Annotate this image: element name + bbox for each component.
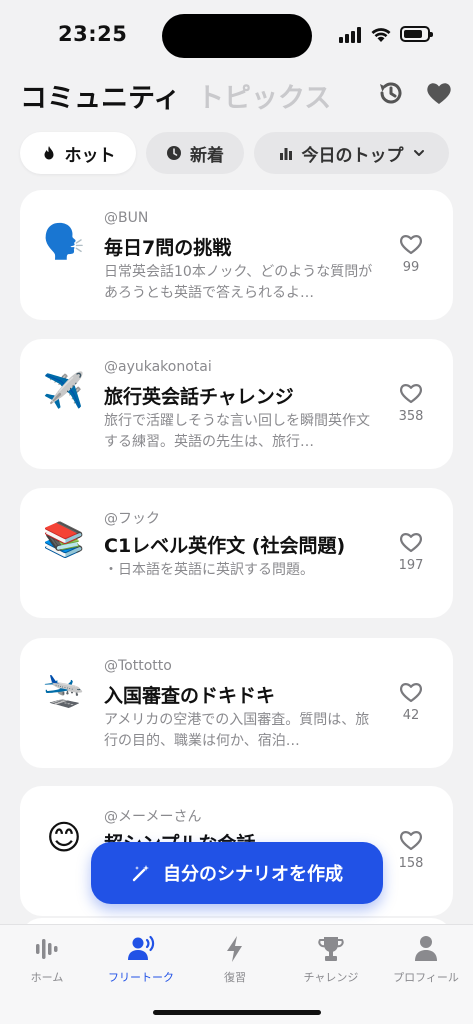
lightning-icon bbox=[227, 936, 242, 962]
like-count: 99 bbox=[402, 260, 420, 275]
heart-outline-icon bbox=[399, 533, 423, 553]
tab-community[interactable]: コミュニティ bbox=[20, 76, 180, 115]
scenario-card[interactable]: ✈️ @ayukakonotai 旅行英会話チャレンジ 旅行で活躍しそうな言い回… bbox=[20, 339, 453, 469]
scenario-emoji-icon: ✈️ bbox=[42, 371, 86, 411]
header: コミュニティ トピックス bbox=[0, 70, 473, 118]
filter-hot[interactable]: ホット bbox=[20, 132, 136, 174]
heart-outline-icon bbox=[399, 384, 423, 404]
heart-outline-icon bbox=[399, 683, 423, 703]
like-button[interactable]: 99 bbox=[391, 232, 431, 275]
card-author[interactable]: @フック bbox=[104, 508, 160, 528]
like-count: 42 bbox=[402, 708, 420, 723]
waveform-icon bbox=[36, 939, 58, 959]
like-count: 358 bbox=[398, 409, 424, 424]
magic-wand-icon bbox=[132, 865, 149, 882]
history-icon[interactable] bbox=[376, 78, 406, 108]
scenario-emoji-icon: 🗣️ bbox=[42, 222, 86, 262]
person-icon bbox=[415, 936, 437, 961]
create-scenario-button[interactable]: 自分のシナリオを作成 bbox=[91, 842, 383, 904]
filter-new[interactable]: 新着 bbox=[146, 132, 244, 174]
tab-profile-label: プロフィール bbox=[393, 971, 459, 984]
tab-topics[interactable]: トピックス bbox=[197, 76, 331, 115]
status-time: 23:25 bbox=[58, 22, 128, 46]
card-description: 日常英会話10本ノック、どのような質問があろうとも英語で答えられるよ… bbox=[104, 264, 373, 301]
tab-bar: ホーム フリートーク 復習 チャレンジ プロフィール bbox=[0, 924, 473, 1024]
card-author[interactable]: @Tottotto bbox=[104, 658, 172, 674]
tab-free-talk[interactable]: フリートーク bbox=[94, 933, 188, 985]
like-count: 197 bbox=[398, 558, 424, 573]
filter-bar: ホット 新着 今日のトップ bbox=[0, 132, 473, 176]
like-button[interactable]: 158 bbox=[391, 828, 431, 871]
card-title: 毎日7問の挑戦 bbox=[104, 237, 232, 259]
heart-icon[interactable] bbox=[424, 78, 454, 108]
scenario-emoji-icon: 😊 bbox=[46, 818, 82, 858]
scenario-card[interactable]: 📚 @フック C1レベル英作文 (社会問題) ・日本語を英語に英訳する問題。 1… bbox=[20, 488, 453, 618]
scenario-emoji-icon: 📚 bbox=[42, 520, 86, 560]
tab-free-talk-label: フリートーク bbox=[108, 971, 174, 984]
home-indicator bbox=[153, 1010, 321, 1015]
status-bar: 23:25 bbox=[0, 0, 473, 70]
like-count: 158 bbox=[398, 856, 424, 871]
chevron-down-icon bbox=[413, 150, 424, 156]
cellular-signal-icon bbox=[339, 27, 363, 43]
like-button[interactable]: 42 bbox=[391, 680, 431, 723]
tab-review[interactable]: 復習 bbox=[188, 933, 282, 985]
card-author[interactable]: @メーメーさん bbox=[104, 806, 201, 826]
tab-challenge-label: チャレンジ bbox=[303, 971, 359, 984]
card-author[interactable]: @ayukakonotai bbox=[104, 359, 212, 375]
filter-top-today[interactable]: 今日のトップ bbox=[254, 132, 449, 174]
flame-icon bbox=[44, 146, 53, 160]
filter-hot-label: ホット bbox=[64, 145, 116, 166]
scenario-card[interactable]: 🛬 @Tottotto 入国審査のドキドキ アメリカの空港での入国審査。質問は、… bbox=[20, 638, 453, 768]
filter-top-today-label: 今日のトップ bbox=[301, 145, 404, 166]
card-title: 旅行英会話チャレンジ bbox=[104, 386, 294, 408]
heart-outline-icon bbox=[399, 831, 423, 851]
wifi-icon bbox=[371, 28, 391, 42]
card-description: ・日本語を英語に英訳する問題。 bbox=[104, 562, 314, 578]
card-author[interactable]: @BUN bbox=[104, 210, 148, 226]
heart-outline-icon bbox=[399, 235, 423, 255]
trophy-icon bbox=[318, 937, 344, 961]
scenario-list: 🗣️ @BUN 毎日7問の挑戦 日常英会話10本ノック、どのような質問があろうと… bbox=[0, 188, 473, 924]
card-description: 旅行で活躍しそうな言い回しを瞬間英作文する練習。英語の先生は、旅行… bbox=[104, 413, 370, 450]
speaking-person-icon bbox=[128, 935, 155, 960]
tab-review-label: 復習 bbox=[224, 971, 246, 984]
clock-icon bbox=[167, 146, 181, 160]
scenario-emoji-icon: 🛬 bbox=[42, 670, 86, 710]
dynamic-island bbox=[162, 14, 312, 58]
filter-new-label: 新着 bbox=[190, 145, 224, 166]
bar-chart-icon bbox=[279, 148, 292, 160]
card-title: 入国審査のドキドキ bbox=[104, 685, 276, 707]
card-title: C1レベル英作文 (社会問題) bbox=[104, 535, 346, 557]
tab-challenge[interactable]: チャレンジ bbox=[284, 933, 378, 985]
scenario-card[interactable]: 🗣️ @BUN 毎日7問の挑戦 日常英会話10本ノック、どのような質問があろうと… bbox=[20, 190, 453, 320]
tab-home-label: ホーム bbox=[30, 971, 64, 984]
create-scenario-label: 自分のシナリオを作成 bbox=[163, 864, 343, 885]
card-description: アメリカの空港での入国審査。質問は、旅行の目的、職業は何か、宿泊… bbox=[104, 712, 370, 749]
tab-profile[interactable]: プロフィール bbox=[379, 933, 473, 985]
like-button[interactable]: 197 bbox=[391, 530, 431, 573]
tab-home[interactable]: ホーム bbox=[0, 933, 94, 985]
like-button[interactable]: 358 bbox=[391, 381, 431, 424]
battery-icon bbox=[400, 26, 433, 42]
